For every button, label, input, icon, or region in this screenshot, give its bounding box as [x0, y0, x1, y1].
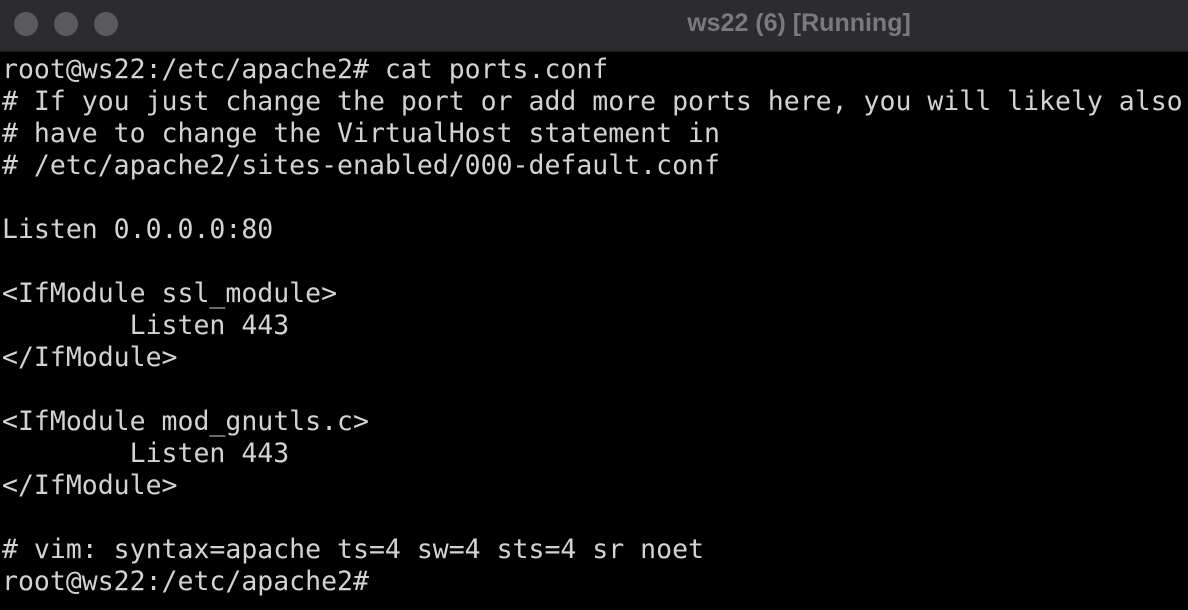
terminal-line: Listen 443	[2, 438, 290, 469]
terminal-line: </IfModule>	[2, 342, 178, 373]
terminal-line: # If you just change the port or add mor…	[2, 86, 1183, 117]
window-title: ws22 (6) [Running]	[687, 9, 911, 37]
vm-window: ws22 (6) [Running] root@ws22:/etc/apache…	[0, 0, 1188, 610]
title-bar[interactable]: ws22 (6) [Running]	[0, 0, 1188, 52]
terminal-prompt[interactable]: root@ws22:/etc/apache2#	[2, 566, 1188, 598]
terminal-output[interactable]: root@ws22:/etc/apache2# cat ports.conf #…	[0, 54, 1188, 610]
terminal-line: </IfModule>	[2, 470, 178, 501]
terminal-line: # vim: syntax=apache ts=4 sw=4 sts=4 sr …	[2, 534, 704, 565]
terminal-line: Listen 0.0.0.0:80	[2, 214, 274, 245]
terminal-line: # /etc/apache2/sites-enabled/000-default…	[2, 150, 720, 181]
terminal-line: # have to change the VirtualHost stateme…	[2, 118, 720, 149]
terminal-line: <IfModule ssl_module>	[2, 278, 338, 309]
terminal-line: <IfModule mod_gnutls.c>	[2, 406, 369, 437]
terminal-line: Listen 443	[2, 310, 290, 341]
terminal-line: root@ws22:/etc/apache2# cat ports.conf	[2, 54, 609, 85]
